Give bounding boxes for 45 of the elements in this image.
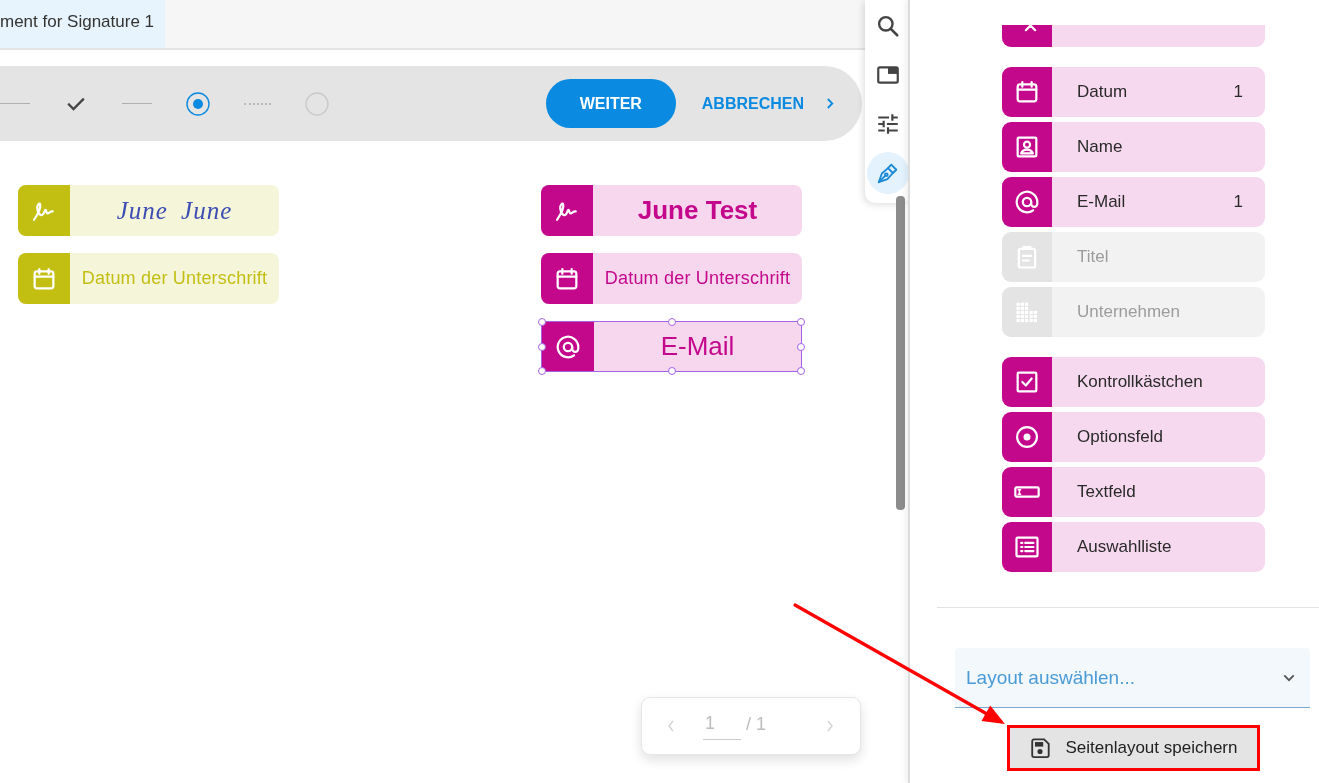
date-field[interactable]: Datum der Unterschrift [541,253,802,304]
usage-count: 1 [1233,192,1243,212]
resize-handle[interactable] [538,318,546,326]
resize-handle[interactable] [797,342,805,351]
scrollbar[interactable] [896,196,905,510]
search-icon [875,13,901,39]
page-total: / 1 [746,713,766,736]
usage-count: 1 [1233,82,1243,102]
resize-handle[interactable] [667,367,676,375]
field-label: Datum der Unterschrift [80,268,269,289]
field-label: E-Mail [659,331,736,362]
chevron-right-icon[interactable] [826,97,835,110]
radio-button-icon [1002,412,1052,462]
list-icon [1002,522,1052,572]
resize-handle[interactable] [538,367,546,375]
field-type-item[interactable]: Auswahlliste [1002,522,1265,572]
pen-tool-button[interactable] [867,152,909,194]
resize-handle[interactable] [797,367,805,375]
field-type-item[interactable]: Textfeld [1002,467,1265,517]
clipboard-icon [1002,232,1052,282]
text-field-icon [1002,467,1052,517]
field-type-item[interactable]: Kontrollkästchen [1002,357,1265,407]
signature-field[interactable]: June Test [541,185,802,236]
email-field[interactable]: E-Mail [541,321,802,372]
calendar-icon [1002,67,1052,117]
building-icon [1002,287,1052,337]
signature-field[interactable]: June June [18,185,279,236]
field-type-item[interactable]: Optionsfeld [1002,412,1265,462]
field-type-item[interactable]: E-Mail 1 [1002,177,1265,227]
field-type-item[interactable]: Datum 1 [1002,67,1265,117]
field-label: June Test [636,195,759,226]
resize-handle[interactable] [667,318,676,326]
chevron-down-icon [1283,673,1295,682]
field-label: June June [115,196,234,225]
continue-button[interactable]: WEITER [545,79,676,128]
document-tab[interactable]: ment for Signature 1 [0,0,166,48]
contact-card-icon [1002,122,1052,172]
at-sign-icon [1002,177,1052,227]
resize-handle[interactable] [538,342,546,351]
resize-handle[interactable] [797,318,805,326]
field-type-item[interactable]: Name [1002,122,1265,172]
field-label: Datum der Unterschrift [603,268,792,289]
checkbox-icon [1002,357,1052,407]
save-layout-button[interactable]: Seitenlayout speichern [1010,728,1257,768]
sliders-icon [875,111,901,137]
